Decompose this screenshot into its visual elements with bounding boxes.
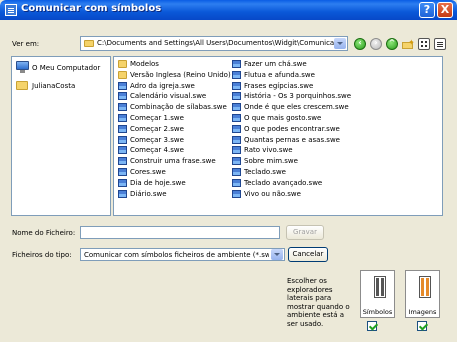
- file-icon: [232, 103, 241, 112]
- view-options-icon[interactable]: [418, 38, 430, 50]
- file-name: Fazer um chá.swe: [244, 60, 307, 68]
- file-icon: [232, 81, 241, 90]
- file-name: Modelos: [130, 60, 159, 68]
- file-name: O que podes encontrar.swe: [244, 124, 340, 133]
- file-icon: [232, 157, 241, 166]
- filename-label: Nome do Ficheiro:: [12, 229, 76, 237]
- places-panel: O Meu Computador JulianaCosta: [11, 56, 111, 216]
- file-icon: [232, 168, 241, 176]
- file-name: Combinação de sílabas.swe: [130, 103, 227, 112]
- file-name: Construir uma frase.swe: [130, 157, 216, 166]
- file-icon: [118, 114, 127, 122]
- images-label: Imagens: [408, 308, 437, 316]
- up-folder-icon[interactable]: ^: [386, 38, 398, 50]
- images-panel-icon: [419, 276, 431, 298]
- folder-icon: [118, 70, 127, 79]
- file-icon: [232, 146, 241, 155]
- file-name: Começar 4.swe: [130, 146, 184, 155]
- file-icon: [118, 135, 127, 144]
- details-view-icon[interactable]: [434, 38, 446, 50]
- look-in-label: Ver em:: [12, 40, 40, 48]
- chevron-down-icon[interactable]: [271, 249, 283, 260]
- app-icon: [5, 4, 17, 16]
- file-icon: [232, 178, 241, 187]
- cancel-button[interactable]: Cancelar: [288, 247, 328, 262]
- file-icon: [118, 92, 127, 101]
- file-icon: [118, 103, 127, 112]
- file-icon: [118, 178, 127, 187]
- file-icon: [118, 146, 127, 155]
- place-my-computer[interactable]: O Meu Computador: [16, 61, 110, 76]
- file-icon: [232, 60, 241, 68]
- file-name: Diário.swe: [130, 189, 167, 198]
- file-name: Onde é que eles crescem.swe: [244, 103, 349, 112]
- user-folder-icon: [16, 81, 28, 90]
- title-bar[interactable]: Comunicar com símbolos ? X: [0, 0, 457, 20]
- file-icon: [232, 189, 241, 198]
- file-icon: [232, 92, 241, 101]
- file-icon: [118, 157, 127, 166]
- close-button[interactable]: X: [437, 2, 453, 18]
- file-name: Sobre mim.swe: [244, 157, 298, 166]
- file-icon: [118, 168, 127, 176]
- save-button[interactable]: Gravar: [286, 225, 324, 240]
- place-label: JulianaCosta: [32, 82, 76, 90]
- file-icon: [232, 70, 241, 79]
- explorer-info-text: Escolher os exploradores laterais para m…: [287, 277, 350, 328]
- path-combobox[interactable]: C:\Documents and Settings\All Users\Docu…: [80, 36, 348, 51]
- path-text: C:\Documents and Settings\All Users\Docu…: [97, 39, 335, 47]
- forward-icon[interactable]: ›: [370, 38, 382, 50]
- filetype-value: Comunicar com símbolos ficheiros de ambi…: [84, 251, 269, 259]
- help-button[interactable]: ?: [419, 2, 435, 18]
- window-title: Comunicar com símbolos: [21, 3, 162, 14]
- symbols-tile[interactable]: Símbolos: [360, 270, 395, 318]
- images-checkbox[interactable]: [417, 321, 427, 331]
- file-name: Começar 1.swe: [130, 114, 184, 122]
- file-name: Flutua e afunda.swe: [244, 70, 315, 79]
- new-folder-icon[interactable]: ✦: [402, 38, 415, 50]
- folder-icon: [84, 40, 94, 47]
- file-icon: [232, 135, 241, 144]
- file-name: Cores.swe: [130, 168, 166, 176]
- file-icon: [118, 81, 127, 90]
- symbols-label: Símbolos: [362, 308, 393, 316]
- file-name: Vivo ou não.swe: [244, 189, 301, 198]
- file-icon: [118, 124, 127, 133]
- computer-icon: [16, 61, 29, 73]
- file-name: Começar 3.swe: [130, 135, 184, 144]
- filename-input[interactable]: [80, 226, 280, 239]
- file-name: Teclado.swe: [244, 168, 286, 176]
- filetype-select[interactable]: Comunicar com símbolos ficheiros de ambi…: [80, 248, 285, 261]
- file-name: Adro da igreja.swe: [130, 81, 195, 90]
- file-list: Modelos Versão Inglesa (Reino Unido) Adro …: [113, 56, 443, 216]
- file-name: Frases egípcias.swe: [244, 81, 314, 90]
- symbols-panel-icon: [374, 276, 386, 298]
- file-name: História - Os 3 porquinhos.swe: [244, 92, 352, 101]
- file-name: Teclado avançado.swe: [244, 178, 323, 187]
- file-name: O que mais gosto.swe: [244, 114, 322, 122]
- filetype-label: Ficheiros do tipo:: [12, 251, 72, 259]
- file-icon: [118, 189, 127, 198]
- place-user-folder[interactable]: JulianaCosta: [16, 79, 110, 94]
- chevron-down-icon[interactable]: [334, 38, 346, 49]
- file-name: Começar 2.swe: [130, 124, 184, 133]
- back-icon[interactable]: ‹: [354, 38, 366, 50]
- file-icon: [232, 124, 241, 133]
- file-name: Calendário visual.swe: [130, 92, 207, 101]
- place-label: O Meu Computador: [32, 64, 101, 72]
- symbols-checkbox[interactable]: [367, 321, 377, 331]
- folder-icon: [118, 60, 127, 68]
- file-name: Versão Inglesa (Reino Unido): [130, 70, 231, 79]
- images-tile[interactable]: Imagens: [405, 270, 440, 318]
- file-name: Quantas pernas e asas.swe: [244, 135, 340, 144]
- file-name: Dia de hoje.swe: [130, 178, 186, 187]
- file-name: Rato vivo.swe: [244, 146, 293, 155]
- file-icon: [232, 114, 241, 122]
